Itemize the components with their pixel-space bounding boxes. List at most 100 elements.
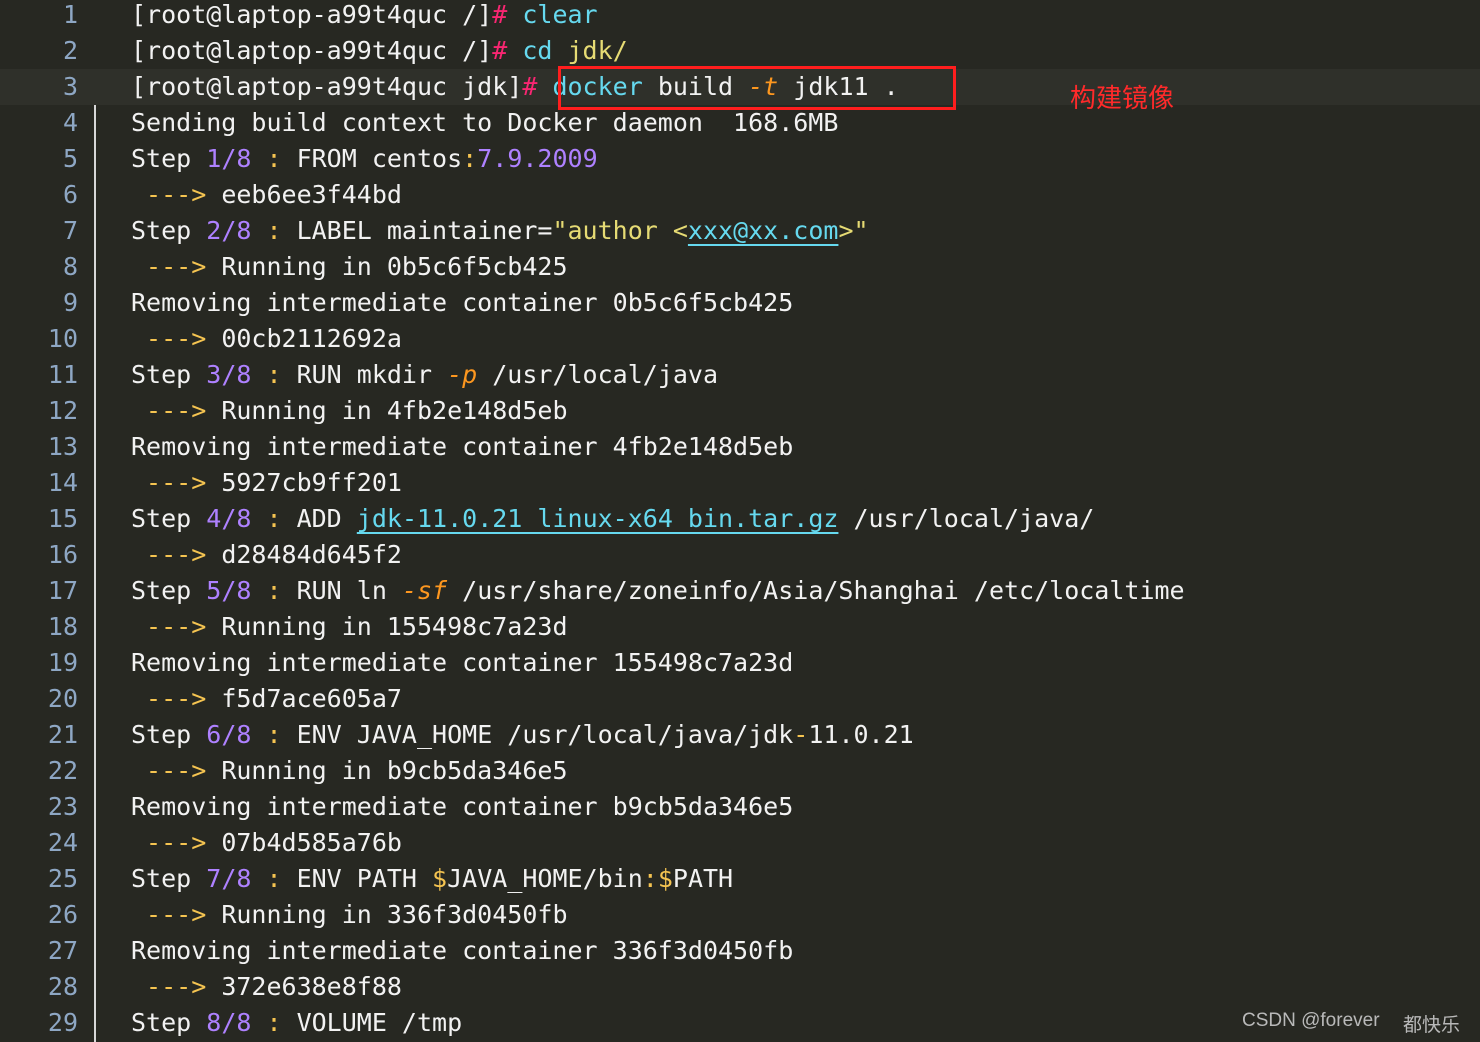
code-line: 18 ---> Running in 155498c7a23d: [0, 609, 1480, 645]
line-text: Step 2/8 : LABEL maintainer="author <xxx…: [131, 213, 869, 249]
code-line: 25 Step 7/8 : ENV PATH $JAVA_HOME/bin:$PA…: [0, 861, 1480, 897]
code-line: 8 ---> Running in 0b5c6f5cb425: [0, 249, 1480, 285]
code-token: ENV JAVA_HOME /usr/local/java/jdk: [296, 720, 794, 749]
code-token: ENV PATH: [296, 864, 433, 893]
line-text: ---> 07b4d585a76b: [131, 825, 402, 861]
line-number: 21: [47, 720, 78, 749]
line-text: Removing intermediate container b9cb5da3…: [131, 789, 793, 825]
code-line: 17 Step 5/8 : RUN ln -sf /usr/share/zonei…: [0, 573, 1480, 609]
code-token: Step: [131, 144, 207, 173]
code-token: Removing intermediate container 4fb2e148…: [131, 432, 794, 461]
link-token[interactable]: xxx@xx.com: [688, 216, 839, 245]
line-number: 8: [62, 252, 78, 281]
line-number: 14: [47, 468, 78, 497]
line-number: 24: [47, 828, 78, 857]
code-token: VOLUME /tmp: [296, 1008, 463, 1037]
line-text: Removing intermediate container 336f3d04…: [131, 933, 793, 969]
line-number: 27: [47, 936, 78, 965]
code-token: Running in b9cb5da346e5: [221, 756, 568, 785]
line-text: Step 6/8 : ENV JAVA_HOME /usr/local/java…: [131, 717, 914, 753]
code-token: Step: [131, 720, 207, 749]
code-line: 11 Step 3/8 : RUN mkdir -p /usr/local/jav…: [0, 357, 1480, 393]
line-text: ---> Running in 4fb2e148d5eb: [131, 393, 568, 429]
line-number: 28: [47, 972, 78, 1001]
code-token: :: [251, 144, 297, 173]
line-number: 7: [62, 216, 78, 245]
line-number: 11: [47, 360, 78, 389]
code-token: 5927cb9ff201: [221, 468, 402, 497]
code-token: 7.9.2009: [477, 144, 598, 173]
code-token: 6/8: [206, 720, 252, 749]
line-number: 29: [47, 1008, 78, 1037]
code-line: 5 Step 1/8 : FROM centos:7.9.2009: [0, 141, 1480, 177]
code-token: #: [492, 36, 523, 65]
code-line: 27 Removing intermediate container 336f3d…: [0, 933, 1480, 969]
code-token: :: [251, 864, 297, 893]
code-token: --->: [131, 324, 222, 353]
code-line: 23 Removing intermediate container b9cb5d…: [0, 789, 1480, 825]
code-line: 14 ---> 5927cb9ff201: [0, 465, 1480, 501]
code-token: Step: [131, 360, 207, 389]
code-token: --->: [131, 828, 222, 857]
code-token: RUN mkdir: [296, 360, 448, 389]
code-token: f5d7ace605a7: [221, 684, 402, 713]
code-token: PATH: [672, 864, 734, 893]
code-token: Running in 4fb2e148d5eb: [221, 396, 568, 425]
line-text: ---> d28484d645f2: [131, 537, 402, 573]
code-token: Step: [131, 1008, 207, 1037]
line-text: ---> Running in b9cb5da346e5: [131, 753, 568, 789]
code-token: /usr/share/zoneinfo/Asia/Shanghai /etc/l…: [447, 576, 1185, 605]
line-text: ---> 372e638e8f88: [131, 969, 402, 1005]
code-line: 28 ---> 372e638e8f88: [0, 969, 1480, 1005]
line-text: ---> 00cb2112692a: [131, 321, 402, 357]
code-line: 24 ---> 07b4d585a76b: [0, 825, 1480, 861]
code-token: :: [251, 216, 297, 245]
code-token: --->: [131, 684, 222, 713]
code-token: #: [492, 0, 523, 29]
code-token: [root@laptop-a99t4quc jdk]: [131, 72, 523, 101]
line-text: ---> Running in 155498c7a23d: [131, 609, 568, 645]
line-text: ---> f5d7ace605a7: [131, 681, 402, 717]
line-text: Step 8/8 : VOLUME /tmp: [131, 1005, 462, 1041]
line-number: 12: [47, 396, 78, 425]
line-text: Step 1/8 : FROM centos:7.9.2009: [131, 141, 598, 177]
code-line: 21 Step 6/8 : ENV JAVA_HOME /usr/local/ja…: [0, 717, 1480, 753]
link-token[interactable]: jdk-11.0.21_linux-x64_bin.tar.gz: [357, 504, 839, 533]
code-line: 16 ---> d28484d645f2: [0, 537, 1480, 573]
line-text: Step 5/8 : RUN ln -sf /usr/share/zoneinf…: [131, 573, 1185, 609]
code-token: Step: [131, 576, 207, 605]
code-token: --->: [131, 396, 222, 425]
line-number: 2: [62, 36, 78, 65]
line-number: 4: [62, 108, 78, 137]
code-line: 10 ---> 00cb2112692a: [0, 321, 1480, 357]
line-text: Removing intermediate container 0b5c6f5c…: [131, 285, 793, 321]
code-token: 7/8: [206, 864, 252, 893]
code-token: 2/8: [206, 216, 252, 245]
line-number: 19: [47, 648, 78, 677]
code-token: cd: [522, 36, 568, 65]
code-token: 1/8: [206, 144, 252, 173]
watermark-suffix: 都快乐: [1403, 1014, 1461, 1036]
code-line: 1 [root@laptop-a99t4quc /]# clear: [0, 0, 1480, 33]
code-line: 19 Removing intermediate container 155498…: [0, 645, 1480, 681]
line-number: 10: [47, 324, 78, 353]
code-token: -: [793, 720, 809, 749]
code-token: --->: [131, 468, 222, 497]
code-token: [root@laptop-a99t4quc /]: [131, 36, 493, 65]
code-token: --->: [131, 252, 222, 281]
code-line: 12 ---> Running in 4fb2e148d5eb: [0, 393, 1480, 429]
line-number: 22: [47, 756, 78, 785]
line-text: ---> Running in 336f3d0450fb: [131, 897, 568, 933]
code-token: Running in 336f3d0450fb: [221, 900, 568, 929]
code-token: -p: [447, 360, 478, 389]
line-text: ---> eeb6ee3f44bd: [131, 177, 402, 213]
code-token: d28484d645f2: [221, 540, 402, 569]
code-token: 4/8: [206, 504, 252, 533]
line-number: 15: [47, 504, 78, 533]
code-token: "author <: [552, 216, 688, 245]
code-token: /usr/local/java: [477, 360, 719, 389]
code-token: 00cb2112692a: [221, 324, 402, 353]
code-token: Running in 155498c7a23d: [221, 612, 568, 641]
code-line: 20 ---> f5d7ace605a7: [0, 681, 1480, 717]
terminal-log-editor[interactable]: 1 [root@laptop-a99t4quc /]# clear 2 [root@l…: [0, 0, 1480, 1042]
